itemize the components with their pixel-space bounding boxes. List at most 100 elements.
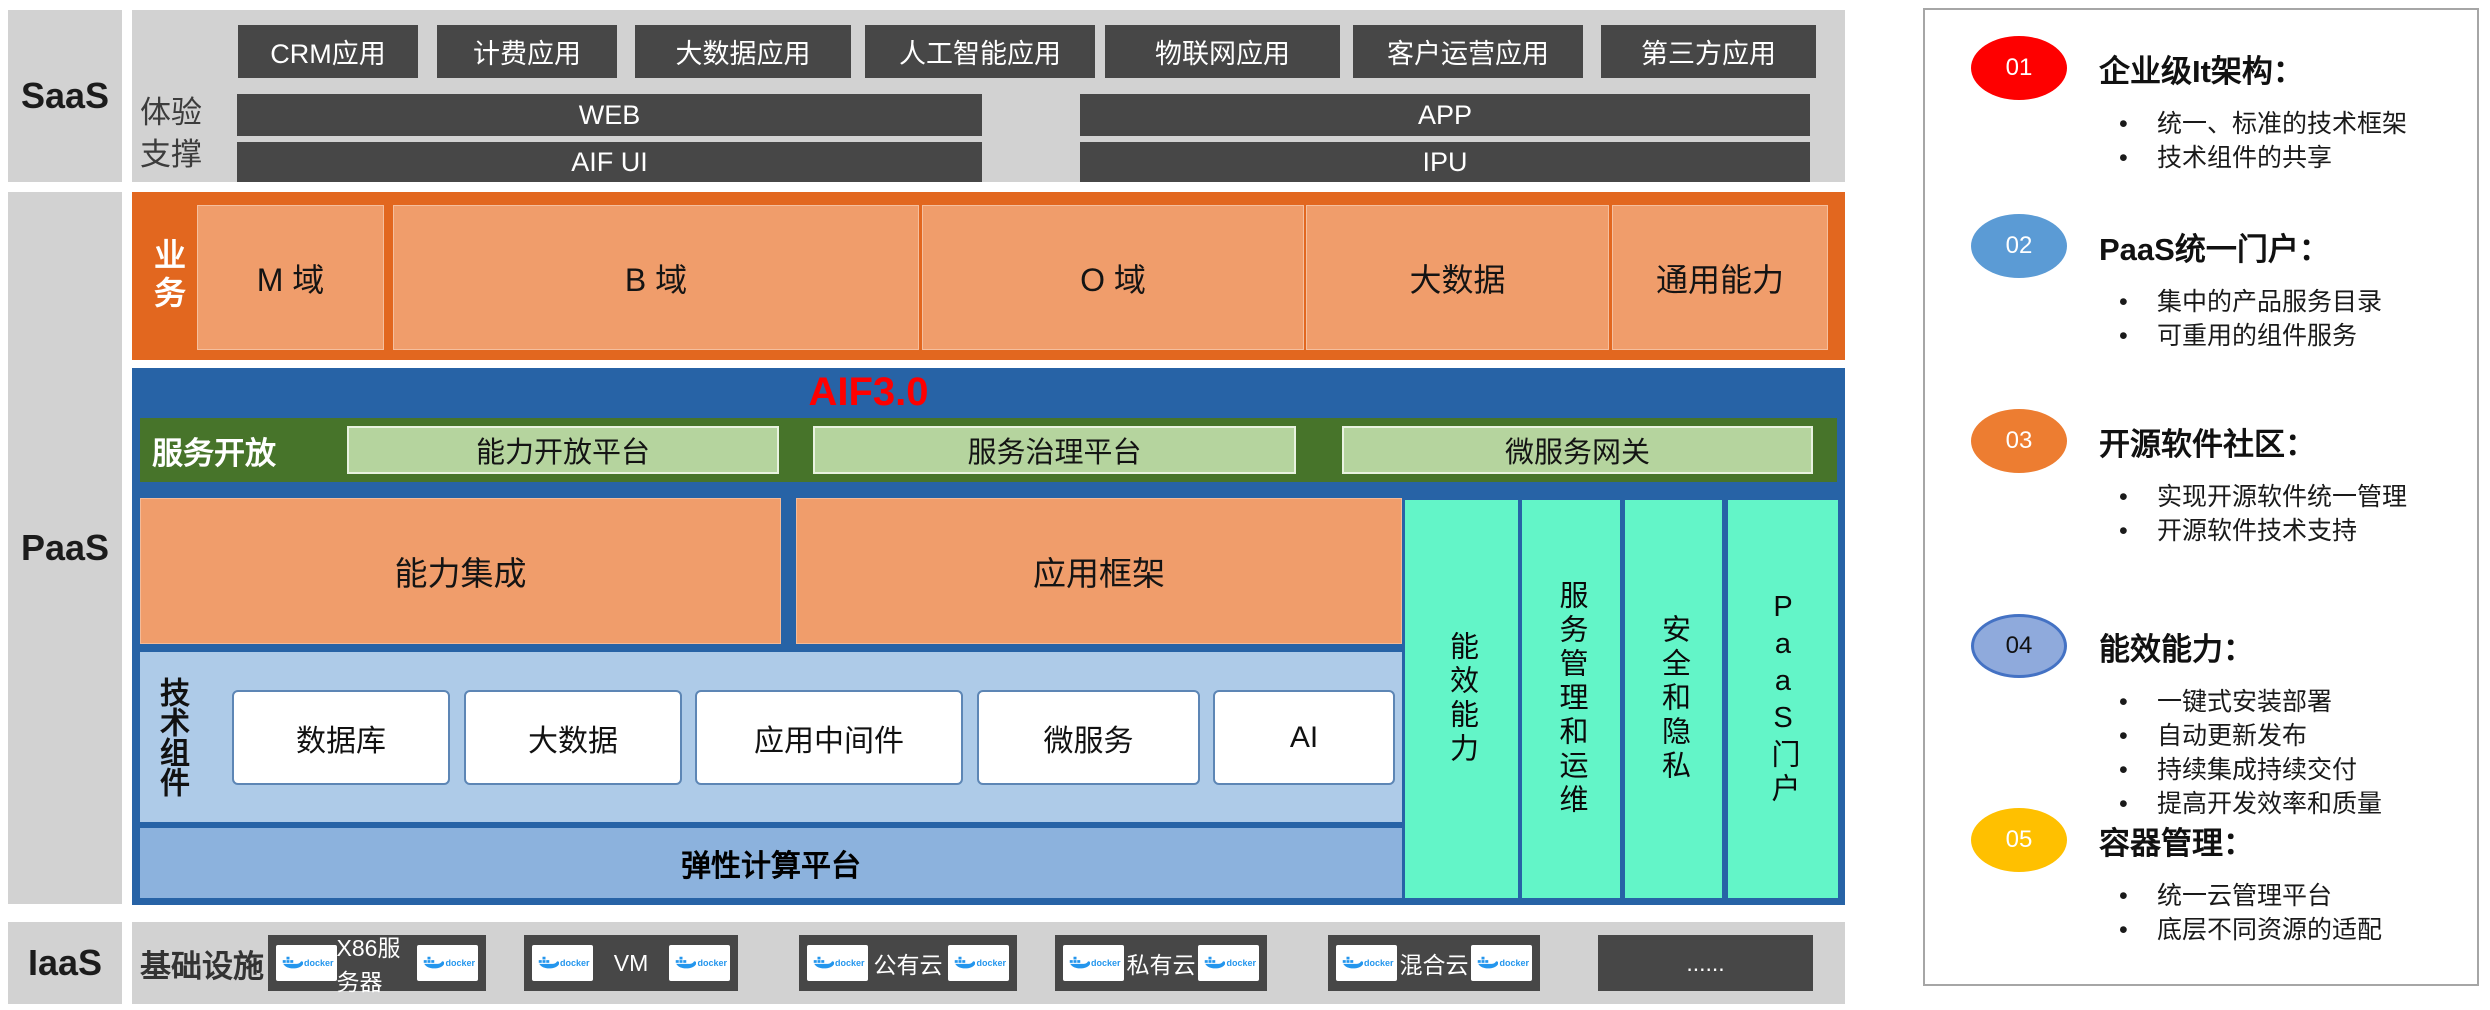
iaas-node-label: 公有云	[874, 946, 943, 980]
bullet: 一键式安装部署	[2099, 685, 2382, 719]
docker-icon: docker	[1471, 945, 1532, 981]
bullet: 集中的产品服务目录	[2099, 285, 2382, 319]
docker-icon-label: docker	[835, 958, 865, 968]
docker-icon-label: docker	[1226, 958, 1256, 968]
iaas-node-label: X86服务器	[337, 929, 418, 997]
architecture-diagram: SaaS PaaS IaaS CRM应用 计费应用 大数据应用 人工智能应用 物…	[0, 0, 2490, 1010]
app-box-billing: 计费应用	[437, 25, 617, 78]
app-box-crm: CRM应用	[238, 25, 418, 78]
panel-item-title: 开源软件社区：	[2099, 419, 2407, 464]
layer-label-saas: SaaS	[8, 10, 122, 182]
bullet: 自动更新发布	[2099, 719, 2382, 753]
iaas-node-label: ......	[1686, 950, 1724, 977]
component-database: 数据库	[232, 690, 450, 785]
docker-icon-label: docker	[304, 958, 334, 968]
domain-box-bigdata: 大数据	[1306, 205, 1609, 350]
saas-band: CRM应用 计费应用 大数据应用 人工智能应用 物联网应用 客户运营应用 第三方…	[132, 10, 1845, 182]
docker-icon: docker	[807, 945, 868, 981]
panel-item-body: 能效能力： 一键式安装部署 自动更新发布 持续集成持续交付 提高开发效率和质量	[2099, 614, 2382, 821]
component-bigdata: 大数据	[464, 690, 682, 785]
web-bar: WEB	[237, 94, 982, 136]
panel-item-bullets: 一键式安装部署 自动更新发布 持续集成持续交付 提高开发效率和质量	[2099, 685, 2382, 821]
ipu-bar: IPU	[1080, 142, 1810, 182]
app-box-bigdata: 大数据应用	[635, 25, 851, 78]
iaas-node-label: VM	[614, 950, 649, 977]
capability-open-platform-box: 能力开放平台	[347, 426, 779, 474]
docker-icon: docker	[1063, 945, 1124, 981]
pillar-paas-portal: PaaS门户	[1728, 500, 1838, 898]
panel-item-title: PaaS统一门户：	[2099, 224, 2382, 269]
component-microservice: 微服务	[977, 690, 1200, 785]
panel-item-bullets: 统一云管理平台 底层不同资源的适配	[2099, 879, 2382, 947]
docker-icon-label: docker	[976, 958, 1006, 968]
domain-box-common: 通用能力	[1612, 205, 1828, 350]
number-badge-01: 01	[1971, 36, 2067, 100]
panel-item-bullets: 集中的产品服务目录 可重用的组件服务	[2099, 285, 2382, 353]
business-band: 业务 M 域 B 域 O 域 大数据 通用能力	[132, 192, 1845, 360]
docker-icon: docker	[1336, 945, 1397, 981]
panel-item-opensource-community: 03 开源软件社区： 实现开源软件统一管理 开源软件技术支持	[1971, 409, 2461, 548]
bullet: 开源软件技术支持	[2099, 514, 2407, 548]
iaas-node-x86: docker X86服务器 docker	[268, 935, 486, 991]
domain-box-o: O 域	[922, 205, 1304, 350]
bullet: 底层不同资源的适配	[2099, 913, 2382, 947]
panel-item-bullets: 统一、标准的技术框架 技术组件的共享	[2099, 107, 2407, 175]
panel-item-body: 开源软件社区： 实现开源软件统一管理 开源软件技术支持	[2099, 409, 2407, 548]
panel-item-container-mgmt: 05 容器管理： 统一云管理平台 底层不同资源的适配	[1971, 808, 2461, 947]
elastic-compute-platform-bar: 弹性计算平台	[140, 828, 1402, 898]
panel-item-body: 企业级It架构： 统一、标准的技术框架 技术组件的共享	[2099, 36, 2407, 175]
iaas-node-label: 混合云	[1400, 946, 1469, 980]
bullet: 可重用的组件服务	[2099, 319, 2382, 353]
docker-icon-label: docker	[560, 958, 590, 968]
service-open-bar: 服务开放 能力开放平台 服务治理平台 微服务网关	[140, 418, 1837, 482]
app-box-thirdparty: 第三方应用	[1601, 25, 1816, 78]
experience-support-label: 体验 支撑	[140, 92, 202, 176]
key-points-panel: 01 企业级It架构： 统一、标准的技术框架 技术组件的共享 02 PaaS统一…	[1923, 8, 2479, 986]
app-bar: APP	[1080, 94, 1810, 136]
panel-item-title: 能效能力：	[2099, 624, 2382, 669]
docker-icon: docker	[276, 945, 337, 981]
panel-item-efficiency: 04 能效能力： 一键式安装部署 自动更新发布 持续集成持续交付 提高开发效率和…	[1971, 614, 2461, 821]
number-badge-03: 03	[1971, 409, 2067, 473]
docker-icon: docker	[417, 945, 478, 981]
panel-item-bullets: 实现开源软件统一管理 开源软件技术支持	[2099, 480, 2407, 548]
docker-icon-label: docker	[445, 958, 475, 968]
pillar-service-mgmt-ops: 服务管理和运维	[1522, 500, 1620, 898]
bullet: 技术组件的共享	[2099, 141, 2407, 175]
number-badge-02: 02	[1971, 214, 2067, 278]
bullet: 统一云管理平台	[2099, 879, 2382, 913]
docker-icon: docker	[948, 945, 1009, 981]
domain-box-b: B 域	[393, 205, 919, 350]
panel-item-body: PaaS统一门户： 集中的产品服务目录 可重用的组件服务	[2099, 214, 2382, 353]
tech-components-box: 技术组件 数据库 大数据 应用中间件 微服务 AI	[140, 652, 1402, 822]
docker-icon-label: docker	[1091, 958, 1121, 968]
iaas-node-private-cloud: docker 私有云 docker	[1055, 935, 1267, 991]
component-ai: AI	[1213, 690, 1395, 785]
docker-icon-label: docker	[697, 958, 727, 968]
number-badge-05: 05	[1971, 808, 2067, 872]
app-box-customer-ops: 客户运营应用	[1353, 25, 1583, 78]
tech-components-label: 技术组件	[148, 652, 194, 822]
aif-version-title: AIF3.0	[132, 368, 1605, 416]
iaas-node-more: ......	[1598, 935, 1813, 991]
panel-item-body: 容器管理： 统一云管理平台 底层不同资源的适配	[2099, 808, 2382, 947]
service-governance-platform-box: 服务治理平台	[813, 426, 1296, 474]
number-badge-04: 04	[1971, 614, 2067, 678]
panel-item-paas-portal: 02 PaaS统一门户： 集中的产品服务目录 可重用的组件服务	[1971, 214, 2461, 353]
docker-icon: docker	[669, 945, 730, 981]
paas-platform-box: AIF3.0 服务开放 能力开放平台 服务治理平台 微服务网关 能力集成 应用框…	[132, 368, 1845, 905]
docker-icon-label: docker	[1364, 958, 1394, 968]
iaas-node-hybrid-cloud: docker 混合云 docker	[1328, 935, 1540, 991]
bullet: 统一、标准的技术框架	[2099, 107, 2407, 141]
domain-box-m: M 域	[197, 205, 384, 350]
bullet: 持续集成持续交付	[2099, 753, 2382, 787]
app-box-iot: 物联网应用	[1105, 25, 1340, 78]
service-open-label: 服务开放	[152, 418, 276, 482]
pillar-security-privacy: 安全和隐私	[1625, 500, 1722, 898]
panel-item-title: 企业级It架构：	[2099, 46, 2407, 91]
iaas-node-public-cloud: docker 公有云 docker	[799, 935, 1017, 991]
docker-icon-label: docker	[1499, 958, 1529, 968]
component-middleware: 应用中间件	[695, 690, 963, 785]
iaas-node-vm: docker VM docker	[524, 935, 738, 991]
layer-label-paas: PaaS	[8, 192, 122, 904]
